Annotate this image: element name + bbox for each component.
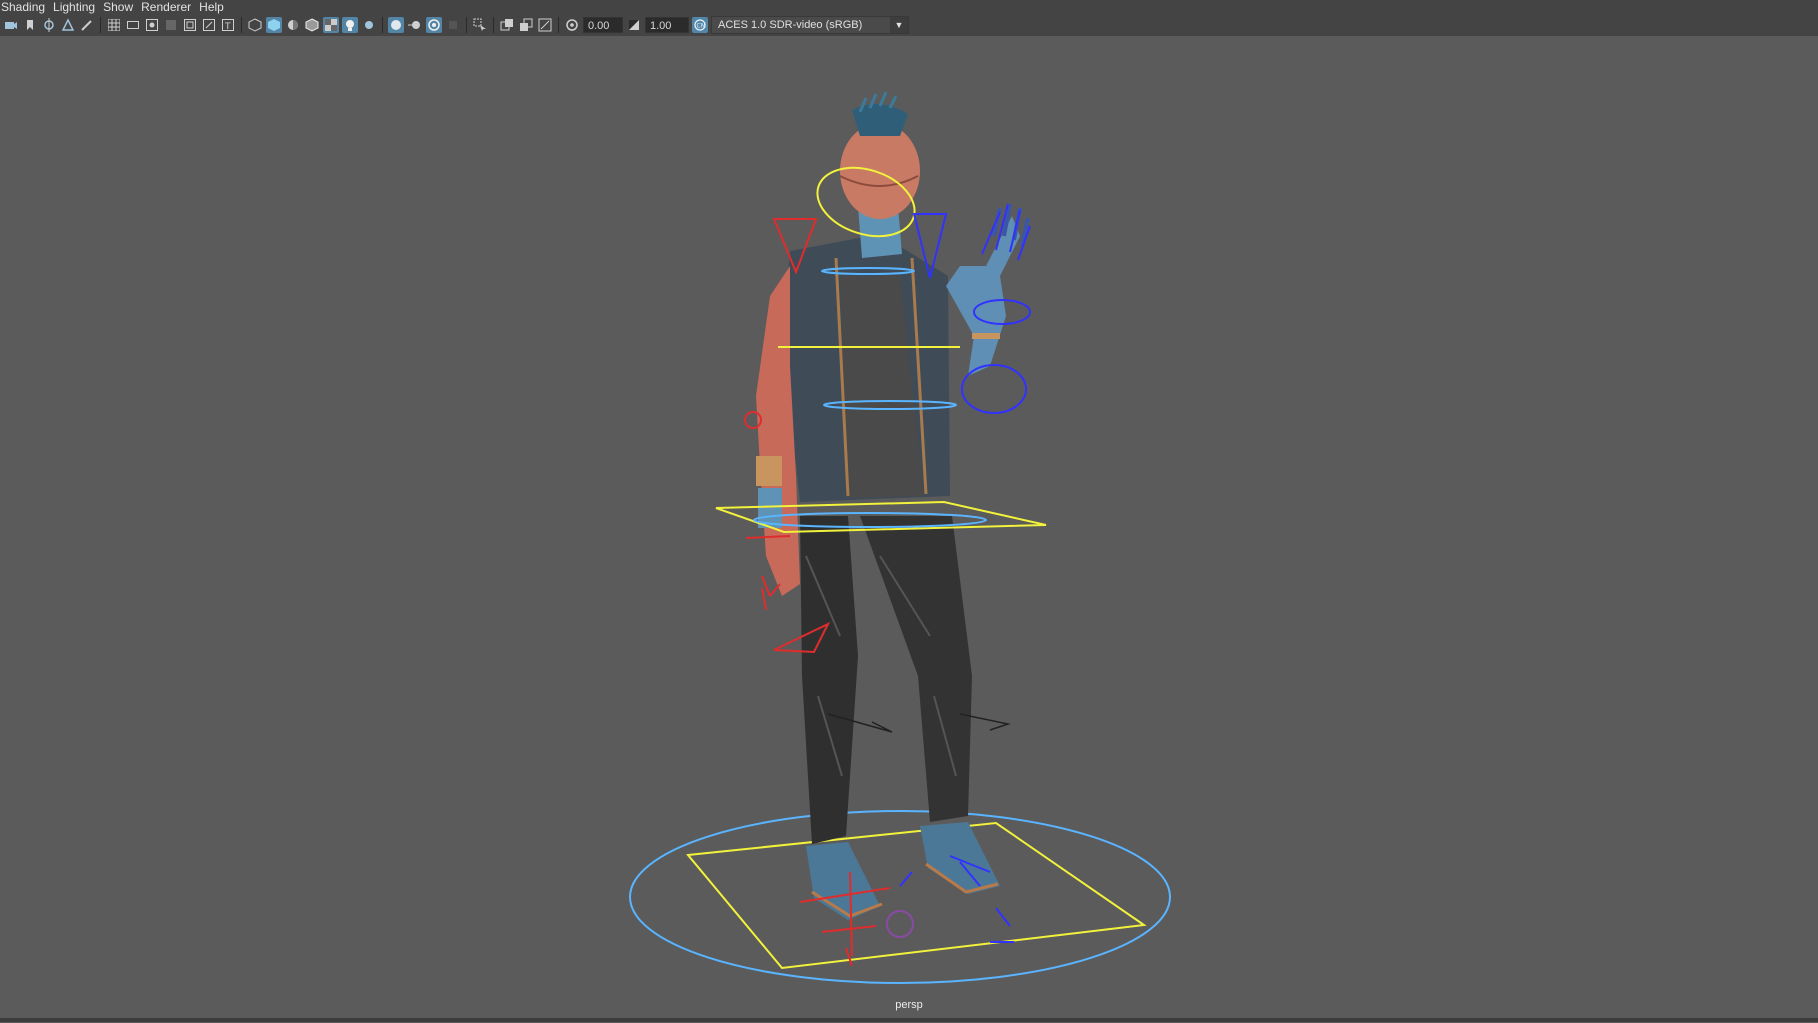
paint-icon[interactable] <box>79 17 95 33</box>
safe-title-icon[interactable] <box>201 17 217 33</box>
color-space-select[interactable]: ACES 1.0 SDR-video (sRGB) ▼ <box>711 16 909 34</box>
right-elbow-control[interactable] <box>961 364 1027 414</box>
viewport-scene <box>629 91 1171 984</box>
menu-renderer[interactable]: Renderer <box>141 0 199 14</box>
color-management-icon[interactable]: CM <box>692 17 708 33</box>
xray-icon[interactable] <box>499 17 515 33</box>
menu-show[interactable]: Show <box>103 0 141 14</box>
toolbar-separator <box>100 17 101 33</box>
text-gate-icon[interactable]: T <box>220 17 236 33</box>
grid-icon[interactable] <box>106 17 122 33</box>
perspective-viewport[interactable] <box>0 36 1818 1018</box>
field-chart-icon[interactable] <box>182 17 198 33</box>
toolbar-separator <box>466 17 467 33</box>
smooth-shade-icon[interactable] <box>266 17 282 33</box>
menubar: Shading Lighting Show Renderer Help <box>0 0 1818 14</box>
gamma-field[interactable]: 1.00 <box>645 17 689 33</box>
exposure-icon[interactable] <box>564 17 580 33</box>
textured-icon[interactable] <box>323 17 339 33</box>
film-gate-icon[interactable] <box>125 17 141 33</box>
move-camera-icon[interactable] <box>41 17 57 33</box>
toolbar-separator <box>493 17 494 33</box>
center-pivot-control[interactable] <box>886 910 914 938</box>
camera-icon[interactable] <box>3 17 19 33</box>
root-control-ring[interactable] <box>629 810 1171 984</box>
backface-icon[interactable] <box>537 17 553 33</box>
wireframe-icon[interactable] <box>247 17 263 33</box>
xray-joints-icon[interactable] <box>518 17 534 33</box>
toolbar-separator <box>241 17 242 33</box>
menu-help[interactable]: Help <box>199 0 232 14</box>
chevron-down-icon[interactable]: ▼ <box>890 17 908 33</box>
screen-space-ao-icon[interactable] <box>388 17 404 33</box>
menu-shading[interactable]: Shading <box>0 0 53 14</box>
toolbar-separator <box>382 17 383 33</box>
toolbar-separator <box>558 17 559 33</box>
shade-lighting-icon[interactable] <box>285 17 301 33</box>
panel-toolbar: T 0.00 1.00 CM ACES 1.0 SDR-video (sRGB)… <box>0 14 1818 36</box>
resolution-gate-icon[interactable] <box>144 17 160 33</box>
depth-of-field-icon[interactable] <box>445 17 461 33</box>
master-control-square[interactable] <box>686 821 1147 970</box>
wireframe-on-shaded-icon[interactable] <box>304 17 320 33</box>
menu-lighting[interactable]: Lighting <box>53 0 103 14</box>
svg-text:T: T <box>224 22 231 31</box>
bookmark-icon[interactable] <box>22 17 38 33</box>
motion-blur-icon[interactable] <box>407 17 423 33</box>
select-icon[interactable] <box>60 17 76 33</box>
color-space-value: ACES 1.0 SDR-video (sRGB) <box>718 19 863 31</box>
use-lights-icon[interactable] <box>342 17 358 33</box>
anti-aliasing-icon[interactable] <box>426 17 442 33</box>
gamma-icon[interactable] <box>626 17 642 33</box>
bottom-border <box>0 1018 1818 1022</box>
shadows-icon[interactable] <box>361 17 377 33</box>
isolate-select-icon[interactable] <box>472 17 488 33</box>
safe-action-icon[interactable] <box>163 17 179 33</box>
exposure-field[interactable]: 0.00 <box>583 17 623 33</box>
camera-name-label: persp <box>895 999 923 1011</box>
svg-text:CM: CM <box>697 23 706 30</box>
